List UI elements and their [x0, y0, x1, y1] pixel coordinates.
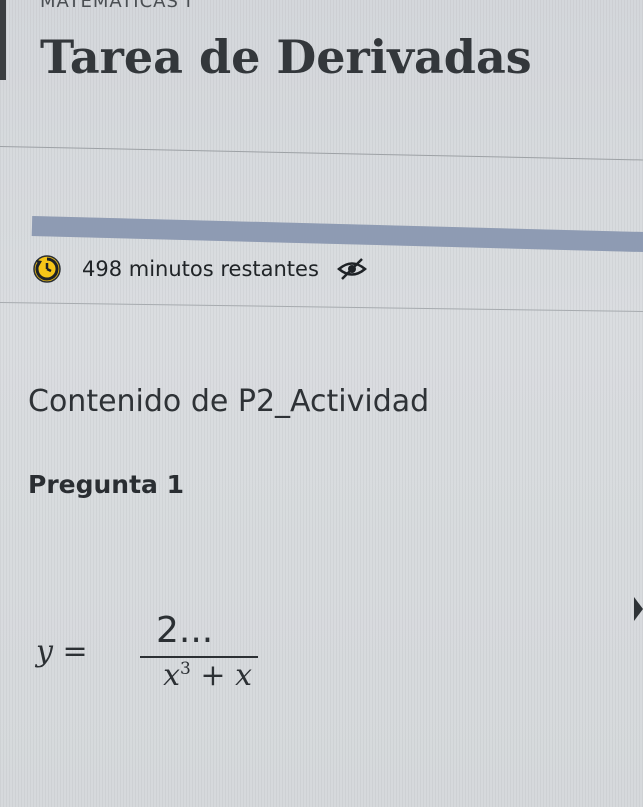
timer-icon — [32, 254, 62, 284]
denominator-rest: + x — [190, 658, 252, 693]
formula-lhs: y = — [36, 634, 88, 669]
page-title: Tarea de Derivadas — [40, 30, 532, 84]
formula-numerator: 2... — [156, 610, 214, 651]
content-title: Contenido de P2_Actividad — [28, 384, 430, 419]
question-formula: y = 2... x3 + x — [36, 610, 258, 742]
question-label: Pregunta 1 — [28, 470, 185, 499]
left-window-edge — [0, 0, 6, 80]
denominator-base: x — [163, 658, 181, 693]
next-arrow-icon[interactable] — [634, 597, 643, 621]
header-divider — [0, 146, 643, 161]
timer-row: 498 minutos restantes — [32, 254, 367, 284]
eye-slash-icon[interactable] — [336, 257, 367, 281]
time-remaining-text: 498 minutos restantes — [82, 257, 319, 281]
formula-denominator: x3 + x — [112, 658, 252, 693]
timer-divider — [0, 302, 643, 312]
time-progress-bar — [31, 216, 643, 253]
denominator-exponent: 3 — [180, 659, 191, 679]
time-progress-fill — [31, 216, 643, 253]
course-label: MATEMÁTICAS I — [40, 0, 192, 12]
